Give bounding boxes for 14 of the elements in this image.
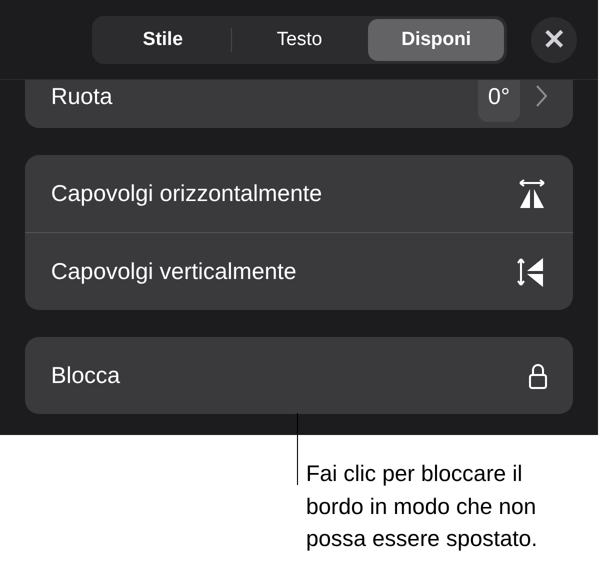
lock-icon[interactable] — [529, 362, 547, 388]
row-label[interactable]: Blocca — [51, 362, 529, 389]
chevron-icon[interactable] — [536, 85, 547, 107]
row-label[interactable]: Ruota — [51, 82, 478, 110]
tab[interactable]: Stile — [95, 18, 231, 60]
tab[interactable]: Disponi — [368, 18, 504, 60]
tab[interactable]: Testo — [232, 18, 368, 60]
close-button[interactable]: ✕ — [531, 16, 577, 62]
flip-horizontal-icon[interactable] — [517, 178, 547, 208]
callout-text: Fai clic per bloccare il bordo in modo che non possa essere spostato. — [306, 460, 538, 553]
angle-value[interactable]: 0° — [478, 80, 520, 122]
row-label[interactable]: Capovolgi orizzontalmente — [51, 180, 517, 207]
leader-line — [297, 413, 298, 485]
row-label[interactable]: Capovolgi verticalmente — [51, 258, 517, 285]
